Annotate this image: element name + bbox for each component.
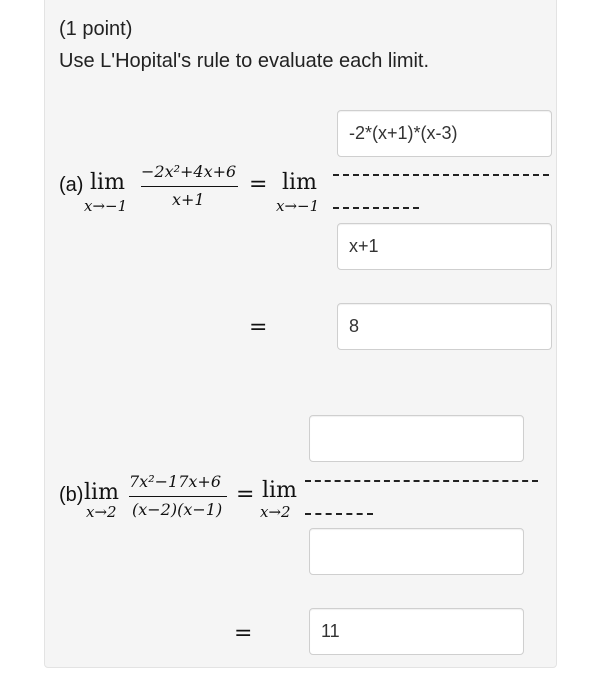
part-b-equals-2: = — [234, 621, 253, 646]
part-a-denominator-input[interactable] — [337, 223, 552, 270]
part-b-short-dash — [305, 513, 373, 515]
points-label: (1 point) — [59, 18, 133, 40]
part-a-equals-2: = — [249, 315, 268, 340]
part-a-short-dash — [333, 207, 419, 209]
part-a-value-input[interactable] — [337, 303, 552, 350]
part-b-numerator: 7x²−17x+6 — [129, 472, 221, 491]
part-a-denominator: x+1 — [172, 190, 205, 209]
part-b-denominator-input[interactable] — [309, 528, 524, 575]
part-b-lim: lim — [84, 480, 119, 505]
part-a-numerator: −2x²+4x+6 — [141, 162, 237, 181]
part-a-long-dash — [333, 174, 549, 176]
part-b-long-dash — [305, 480, 538, 482]
part-a-numerator-input[interactable] — [337, 110, 552, 157]
part-a-lim: lim — [90, 170, 125, 195]
part-a-label: (a) — [59, 174, 84, 196]
problem-instruction: Use L'Hopital's rule to evaluate each li… — [59, 50, 430, 72]
part-a-fraction-bar — [141, 186, 238, 187]
part-b-label: (b) — [59, 484, 84, 506]
part-a-approach-2: x→−1 — [276, 197, 320, 215]
part-a-approach: x→−1 — [84, 197, 128, 215]
part-b-numerator-input[interactable] — [309, 415, 524, 462]
part-b-approach-2: x→2 — [260, 503, 291, 521]
part-a-equals-1: = — [249, 172, 268, 197]
part-b-fraction-bar — [129, 496, 227, 497]
part-a-lim-2: lim — [282, 170, 317, 195]
part-b-value-input[interactable] — [309, 608, 524, 655]
part-b-denominator: (x−2)(x−1) — [132, 500, 223, 519]
part-b-equals-1: = — [236, 482, 255, 507]
part-b-approach: x→2 — [86, 503, 117, 521]
part-b-lim-2: lim — [262, 478, 297, 503]
